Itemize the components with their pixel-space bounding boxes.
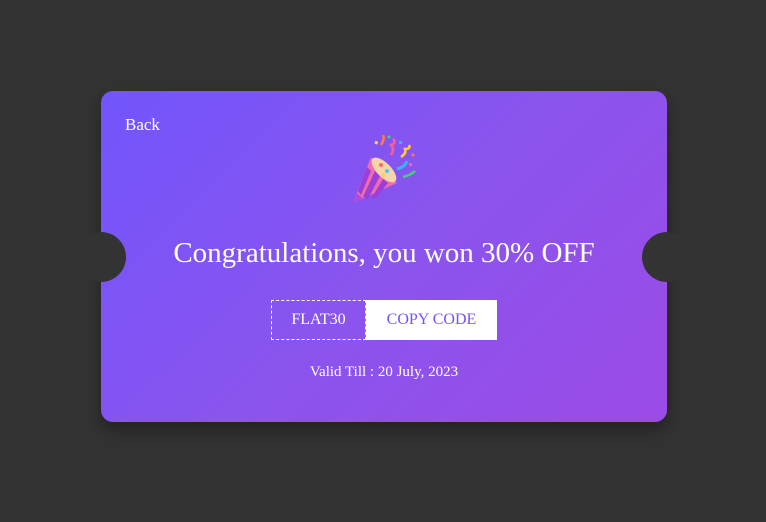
coupon-code-row: FLAT30 COPY CODE	[271, 300, 497, 340]
coupon-card: Back Congratulations, you won 30% OFF FL…	[76, 91, 692, 422]
validity-text: Valid Till : 20 July, 2023	[309, 364, 459, 380]
coupon-code: FLAT30	[271, 300, 366, 340]
back-link[interactable]: Back	[125, 115, 160, 135]
party-popper-icon	[353, 135, 416, 203]
copy-code-button[interactable]: COPY CODE	[366, 300, 497, 340]
congratulations-headline: Congratulations, you won 30% OFF	[173, 237, 595, 269]
